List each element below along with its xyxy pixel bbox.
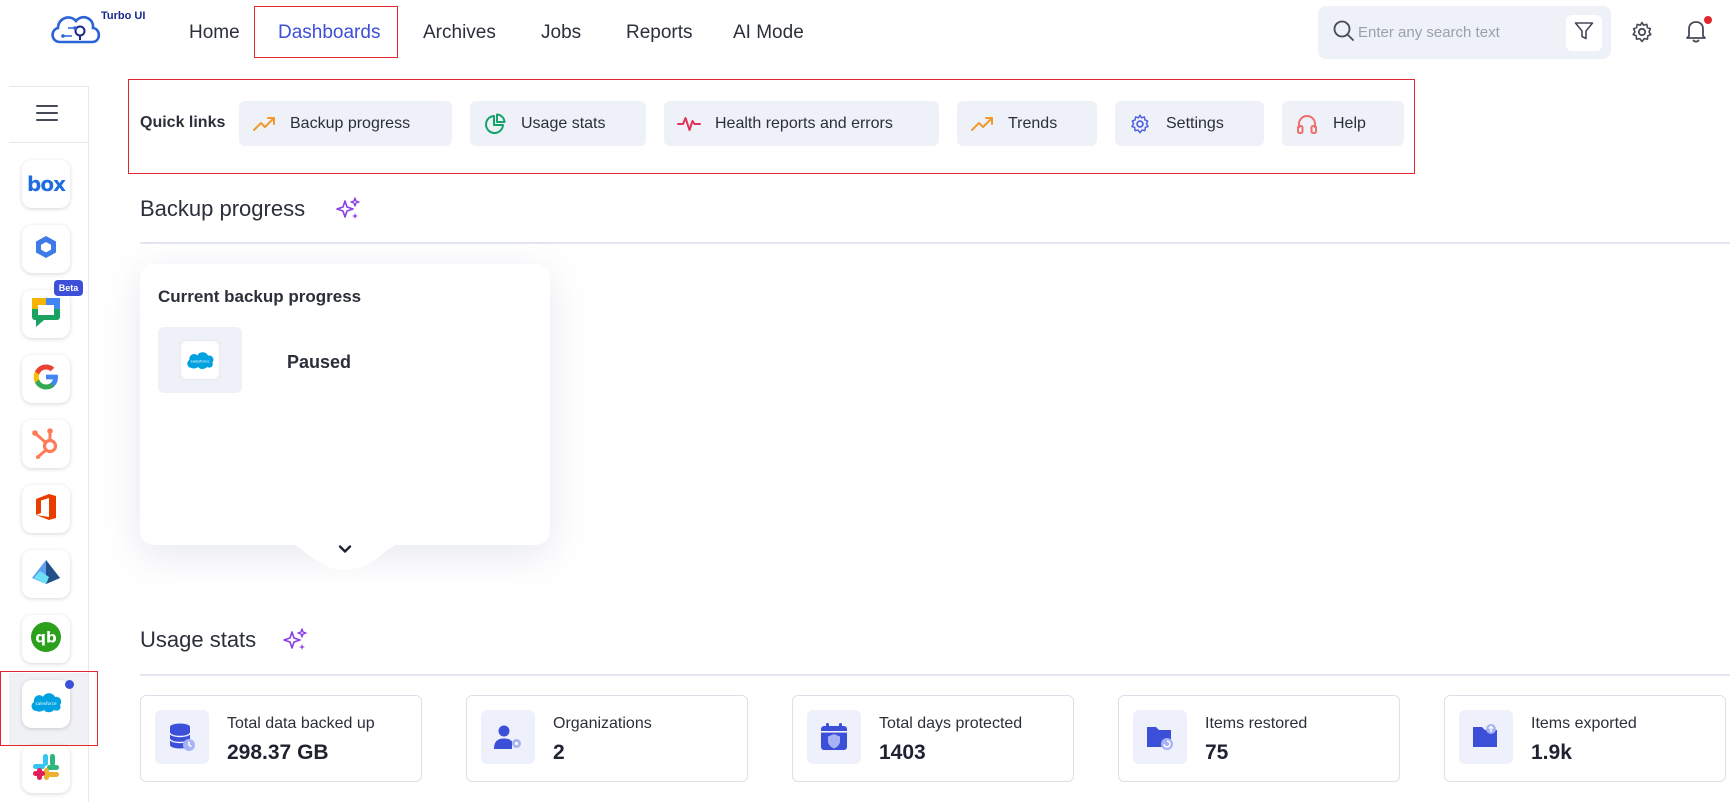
backup-progress-title: Backup progress (140, 196, 306, 221)
sidebar-item-hubspot[interactable] (22, 420, 70, 468)
nav-dashboards[interactable]: Dashboards (278, 22, 380, 44)
search-icon (1332, 19, 1356, 48)
quick-link-label: Usage stats (521, 114, 606, 132)
office-logo-icon (33, 492, 59, 527)
calendar-shield-icon (807, 710, 861, 764)
stat-value: 1.9k (1531, 741, 1572, 764)
quickbooks-logo-icon: qb (30, 621, 62, 658)
stat-card-total-data: Total data backed up 298.37 GB (140, 695, 422, 782)
quick-link-label: Health reports and errors (715, 114, 893, 132)
beta-badge: Beta (54, 280, 83, 296)
gear-icon (1128, 112, 1152, 136)
trend-up-icon (970, 112, 994, 136)
stat-label: Total data backed up (227, 715, 375, 732)
top-bar: Turbo UI Home Dashboards Archives Jobs R… (0, 0, 1730, 70)
nav-archives[interactable]: Archives (423, 22, 496, 44)
sidebar-item-quickbooks[interactable]: qb (22, 615, 70, 663)
google-chat-logo-icon (30, 296, 62, 333)
app-name: Turbo UI (101, 10, 146, 22)
ai-sparkle-icon[interactable] (282, 627, 308, 658)
google-logo-icon (31, 362, 61, 397)
stat-value: 1403 (879, 741, 926, 764)
stat-card-organizations: Organizations 2 (466, 695, 748, 782)
sidebar-item-box[interactable]: box (22, 160, 70, 208)
stat-value: 298.37 GB (227, 741, 329, 764)
svg-text:qb: qb (35, 628, 57, 646)
notification-dot (1704, 16, 1712, 24)
usage-stats-title: Usage stats (140, 627, 257, 652)
hexagon-logo-icon (33, 234, 59, 265)
card-title: Current backup progress (158, 287, 362, 306)
headphones-icon (1295, 112, 1319, 136)
settings-button[interactable] (1630, 20, 1654, 49)
stat-card-items-exported: Items exported 1.9k (1444, 695, 1726, 782)
stat-card-items-restored: Items restored 75 (1118, 695, 1400, 782)
backup-status: Paused (287, 352, 352, 372)
search-input[interactable] (1358, 20, 1548, 44)
sidebar-item-slack[interactable] (22, 745, 70, 793)
filter-button[interactable] (1566, 15, 1602, 51)
folder-export-icon (1459, 710, 1513, 764)
quick-link-settings[interactable]: Settings (1115, 101, 1264, 146)
sidebar-item-hexagon[interactable] (22, 225, 70, 273)
filter-icon (1573, 20, 1595, 47)
stat-value: 2 (553, 741, 565, 764)
stat-label: Total days protected (879, 715, 1023, 732)
nav-reports[interactable]: Reports (626, 22, 693, 44)
box-logo-icon: box (27, 172, 66, 196)
quick-link-help[interactable]: Help (1282, 101, 1404, 146)
slack-logo-icon (31, 752, 61, 787)
section-divider (140, 674, 1730, 676)
hamburger-icon[interactable] (36, 105, 58, 121)
folder-restore-icon (1133, 710, 1187, 764)
gear-icon (1630, 21, 1654, 48)
sidebar-item-office[interactable] (22, 485, 70, 533)
salesforce-active-dot (65, 680, 74, 689)
sidebar-item-google[interactable] (22, 355, 70, 403)
nav-home[interactable]: Home (189, 22, 240, 44)
search-box (1318, 6, 1611, 59)
nav-jobs[interactable]: Jobs (541, 22, 581, 44)
quick-links-label: Quick links (140, 114, 226, 131)
stat-value: 75 (1205, 741, 1229, 764)
sidebar-selected-frame (0, 671, 98, 746)
bell-icon (1684, 21, 1708, 48)
quick-link-trends[interactable]: Trends (957, 101, 1097, 146)
sidebar-divider (9, 142, 89, 143)
trend-up-icon (252, 112, 276, 136)
stat-card-days-protected: Total days protected 1403 (792, 695, 1074, 782)
quick-link-label: Settings (1166, 114, 1224, 132)
azure-logo-icon (30, 558, 62, 591)
nav-ai-mode[interactable]: AI Mode (733, 22, 804, 44)
card-app-tile: salesforce (158, 327, 242, 393)
quick-link-label: Help (1333, 114, 1366, 132)
chevron-down-icon[interactable] (337, 541, 353, 562)
quick-link-backup-progress[interactable]: Backup progress (239, 101, 452, 146)
quick-link-health-reports[interactable]: Health reports and errors (664, 101, 939, 146)
database-icon (155, 710, 209, 764)
current-backup-card: Current backup progress salesforce Pause… (140, 264, 550, 545)
stat-label: Items restored (1205, 715, 1308, 732)
stat-label: Items exported (1531, 715, 1637, 732)
sidebar-item-azure[interactable] (22, 550, 70, 598)
quick-link-label: Trends (1008, 114, 1058, 132)
hubspot-logo-icon (30, 425, 62, 464)
pie-chart-icon (483, 112, 507, 136)
section-divider (140, 242, 1730, 244)
quick-link-label: Backup progress (290, 114, 411, 132)
users-gear-icon (481, 710, 535, 764)
pulse-icon (677, 112, 701, 136)
stat-label: Organizations (553, 715, 652, 732)
sidebar-item-google-chat[interactable] (22, 290, 70, 338)
svg-text:salesforce: salesforce (191, 360, 210, 364)
ai-sparkle-icon[interactable] (335, 196, 361, 227)
salesforce-logo-icon: salesforce (181, 341, 219, 379)
quick-link-usage-stats[interactable]: Usage stats (470, 101, 646, 146)
